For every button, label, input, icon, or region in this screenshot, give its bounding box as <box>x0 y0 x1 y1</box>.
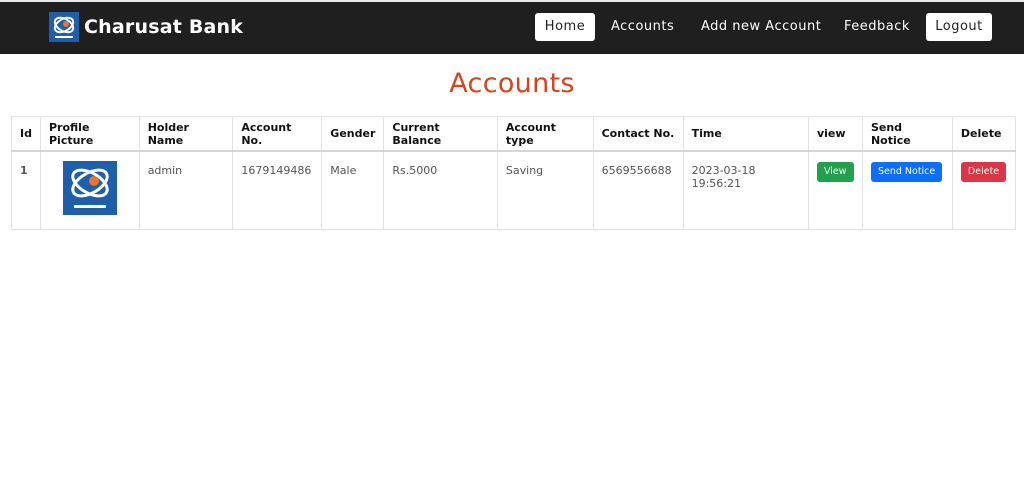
view-button[interactable]: View <box>816 162 854 182</box>
table-row: 1 admin 1679149486 Male Rs.5000 Saving 6… <box>11 150 1017 230</box>
table-header-row: Id Profile Picture Holder Name Account N… <box>11 116 1017 152</box>
charusat-logo-icon <box>49 12 79 42</box>
cell-profile-picture <box>39 150 140 230</box>
delete-button[interactable]: Delete <box>960 162 1007 182</box>
nav-accounts-link[interactable]: Accounts <box>611 13 674 41</box>
brand[interactable]: Charusat Bank <box>49 10 243 44</box>
cell-holder-name: admin <box>138 150 234 230</box>
nav-add-account-link[interactable]: Add new Account <box>701 13 821 41</box>
header-account-no: Account No. <box>232 116 323 152</box>
header-send-notice: Send Notice <box>861 116 953 152</box>
page-title: Accounts <box>449 68 575 99</box>
header-contact-no: Contact No. <box>592 116 684 152</box>
header-time: Time <box>682 116 809 152</box>
header-gender: Gender <box>321 116 385 152</box>
send-notice-button[interactable]: Send Notice <box>870 162 943 182</box>
header-delete: Delete <box>951 116 1017 152</box>
header-id: Id <box>11 116 41 152</box>
header-holder-name: Holder Name <box>138 116 234 152</box>
nav-logout-button[interactable]: Logout <box>926 13 992 41</box>
header-view: view <box>807 116 863 152</box>
cell-view: View <box>807 150 863 230</box>
cell-contact: 6569556688 <box>592 150 684 230</box>
navbar: Charusat Bank Home Accounts Add new Acco… <box>0 0 1024 54</box>
brand-name: Charusat Bank <box>84 16 244 38</box>
cell-send-notice: Send Notice <box>861 150 953 230</box>
cell-time: 2023-03-18 19:56:21 <box>682 150 809 230</box>
accounts-table: Id Profile Picture Holder Name Account N… <box>11 116 1017 230</box>
header-current-balance: Current Balance <box>383 116 498 152</box>
profile-picture-logo <box>62 161 117 215</box>
cell-delete: Delete <box>951 150 1017 230</box>
cell-id: 1 <box>11 150 41 230</box>
cell-account-no: 1679149486 <box>232 150 323 230</box>
nav-home-button[interactable]: Home <box>535 13 595 41</box>
cell-account-type: Saving <box>496 150 594 230</box>
cell-balance: Rs.5000 <box>383 150 498 230</box>
header-profile-picture: Profile Picture <box>39 116 140 152</box>
cell-gender: Male <box>321 150 385 230</box>
header-account-type: Account type <box>496 116 594 152</box>
nav-feedback-link[interactable]: Feedback <box>844 13 910 41</box>
